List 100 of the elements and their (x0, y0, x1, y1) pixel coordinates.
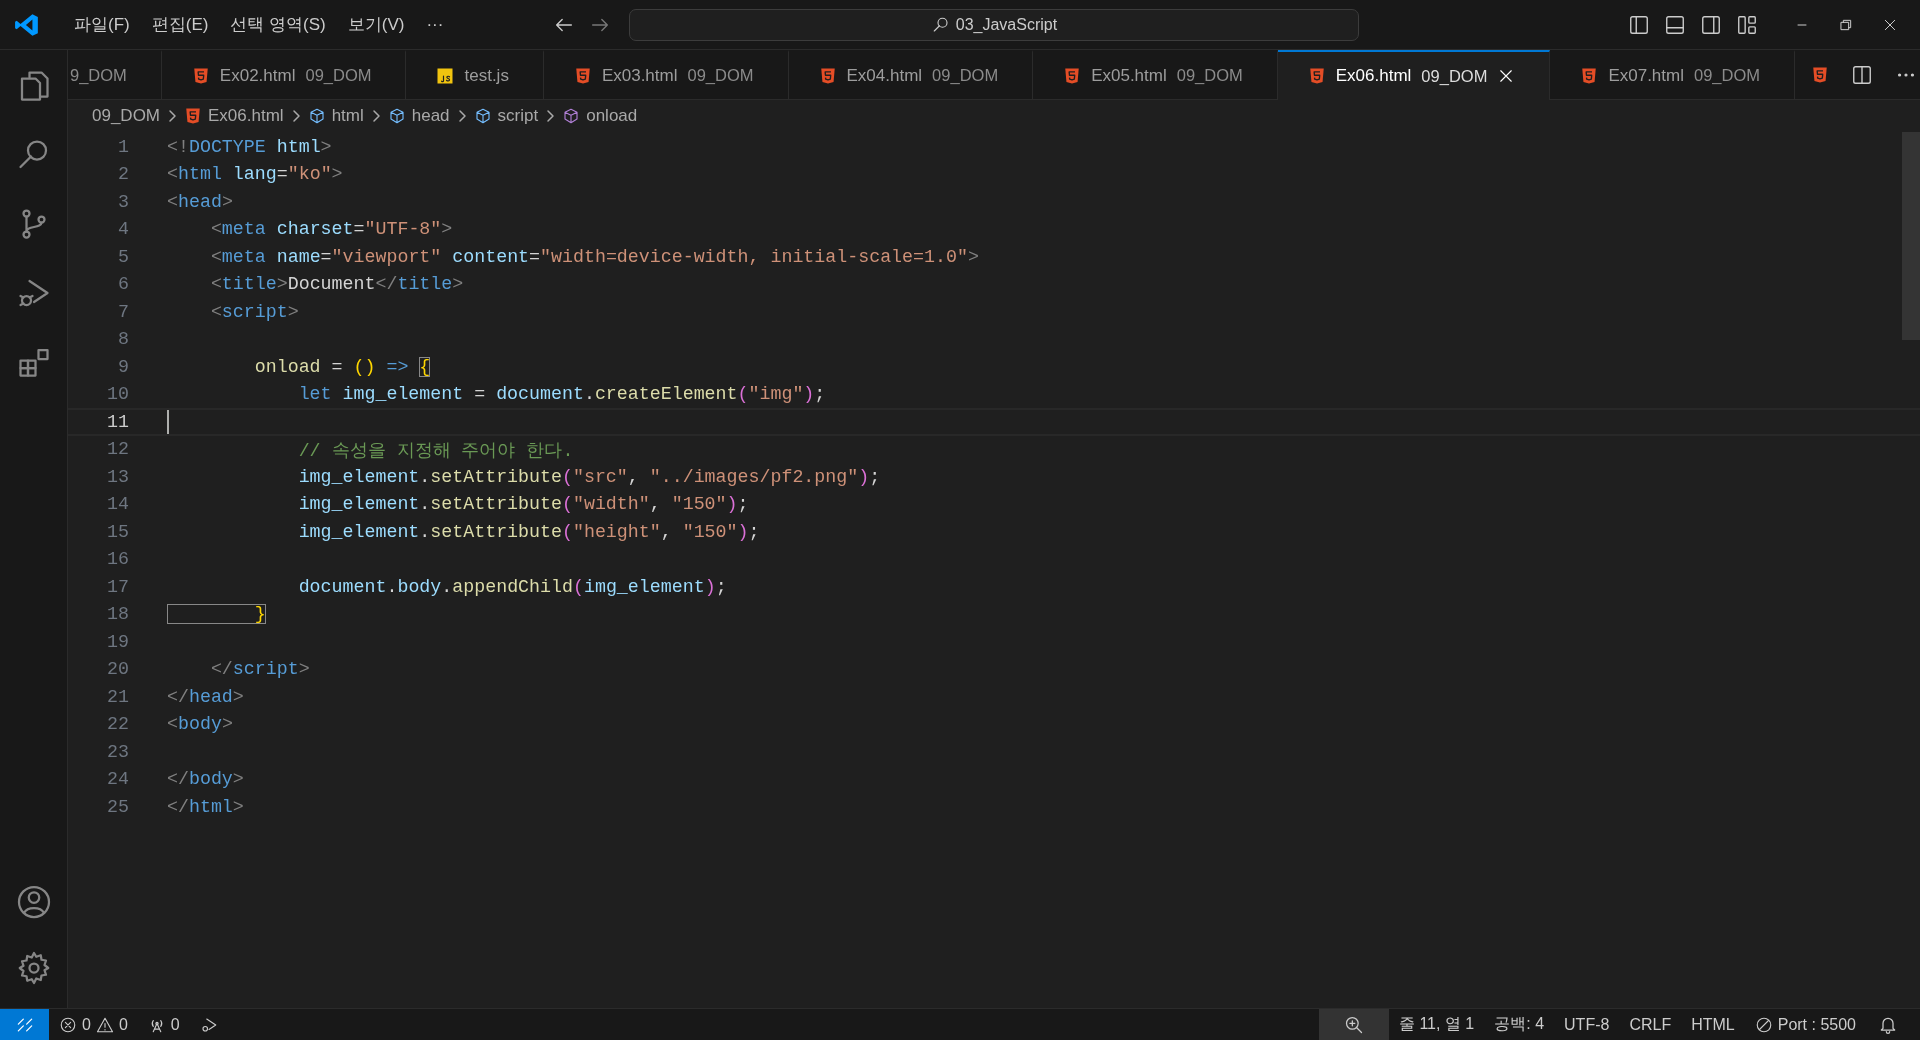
code-line: img_element.setAttribute("src", "../images/pf2.png"); (297, 466, 881, 487)
port-label: Port : 5500 (1777, 1015, 1856, 1034)
search-icon (931, 15, 950, 34)
tab-folder: 09_DOM (1694, 66, 1760, 85)
html-file-icon (1811, 65, 1829, 84)
account-icon[interactable] (15, 884, 52, 920)
line-number: 22 (106, 714, 129, 735)
tab-filename: Ex05.html (1091, 65, 1167, 86)
line-number: 16 (106, 549, 129, 570)
tab-filename: Ex06.html (1335, 66, 1412, 86)
menu-item[interactable]: 편집(E) (141, 7, 219, 42)
tab-folder: 09_DOM (687, 66, 754, 85)
html-file-icon (1580, 66, 1599, 85)
html-file-icon (818, 66, 837, 85)
code-editor-logo (14, 11, 40, 38)
code-line: // 속성을 지정해 주어야 한다. (297, 439, 574, 462)
sidebar-toggle-icon[interactable] (1628, 13, 1650, 36)
breadcrumb-item[interactable]: head (411, 106, 450, 126)
tab-folder: 09_DOM (932, 66, 999, 85)
chevron-right-icon (544, 108, 557, 124)
menu-item[interactable]: 선택 영역(S) (220, 7, 336, 42)
code-line: </head> (167, 686, 244, 707)
tab-folder: 09_DOM (305, 66, 372, 85)
code-line: img_element.setAttribute("height", "150"); (297, 521, 760, 542)
html-file-icon (184, 107, 203, 125)
problems-button[interactable]: 0 0 (49, 1009, 138, 1040)
tab-folder: 09_DOM (1176, 66, 1243, 85)
breadcrumb-item[interactable]: 09_DOM (92, 106, 161, 126)
menu-item[interactable]: 보기(V) (337, 7, 415, 42)
menu-item[interactable]: ··· (416, 8, 454, 41)
code-line: </script> (209, 659, 310, 680)
status-item[interactable]: 줄 11, 열 1 (1388, 1009, 1485, 1040)
circle-slash-icon (1754, 1015, 1773, 1034)
line-number: 19 (106, 631, 129, 652)
tab-filename: Ex04.html (846, 65, 923, 86)
zoom-in-icon (1343, 1014, 1364, 1035)
layout-icon[interactable] (1736, 13, 1758, 36)
split-editor-icon[interactable] (1851, 63, 1873, 86)
tab-filename: Ex03.html (601, 65, 678, 86)
code-line: <!DOCTYPE html> (167, 136, 332, 157)
secondary-sidebar-icon[interactable] (1700, 13, 1722, 36)
code-line: <meta charset="UTF-8"> (209, 219, 453, 240)
cube-icon (562, 107, 581, 125)
breadcrumb-item[interactable]: onload (586, 106, 638, 126)
js-file-icon (436, 66, 455, 85)
code-line: <body> (167, 714, 233, 735)
editor-tab[interactable]: Ex06.html 09_DOM (1277, 50, 1551, 100)
line-number: 1 (117, 136, 129, 157)
run-debug-icon[interactable] (199, 1015, 218, 1034)
warning-icon (95, 1015, 114, 1034)
code-line: onload = () => { (253, 356, 431, 377)
status-item[interactable]: HTML (1681, 1009, 1745, 1040)
code-line: img_element.setAttribute("width", "150"); (297, 494, 749, 515)
line-number: 4 (117, 219, 129, 240)
line-number: 5 (117, 246, 129, 267)
live-server-button[interactable]: Port : 5500 (1744, 1009, 1866, 1040)
code-line: <script> (209, 301, 299, 322)
panel-toggle-icon[interactable] (1664, 13, 1686, 36)
cube-icon (473, 107, 492, 125)
editor-tab[interactable]: Ex04.html 09_DOM (788, 50, 1034, 99)
code-line: <meta name="viewport" content="width=device-width, initial-scale=1.0"> (209, 246, 979, 267)
editor-tab[interactable]: Ex03.html 09_DOM (543, 50, 789, 99)
line-number: 6 (117, 274, 129, 295)
ports-button[interactable]: 0 (137, 1009, 190, 1040)
editor-tab[interactable]: test.js (406, 50, 544, 99)
html-file-icon (573, 66, 592, 85)
tab-filename: Ex07.html (1608, 65, 1684, 86)
code-line: <html lang="ko"> (167, 164, 343, 185)
line-number: 24 (106, 769, 129, 790)
breadcrumb-item[interactable]: Ex06.html (208, 106, 284, 126)
editor-tab[interactable]: Ex07.html 09_DOM (1550, 50, 1795, 99)
html-file-icon (1307, 67, 1326, 85)
line-number: 2 (117, 164, 129, 185)
code-line: <head> (167, 191, 233, 212)
editor-tab[interactable]: 9_DOM (68, 50, 162, 99)
status-item[interactable]: UTF-8 (1554, 1009, 1620, 1040)
text-cursor (167, 409, 169, 434)
command-center-field[interactable]: 03_JavaScript (629, 8, 1360, 41)
line-number: 9 (117, 356, 129, 377)
menu-item[interactable]: 파일(F) (64, 7, 140, 42)
line-number: 3 (117, 191, 129, 212)
code-line: <title>Document</title> (209, 274, 464, 295)
line-number: 14 (106, 494, 129, 515)
zoom-button[interactable] (1318, 1009, 1389, 1040)
breadcrumb-item[interactable]: script (497, 106, 539, 126)
breadcrumb-item[interactable]: html (331, 106, 364, 126)
code-line: document.body.appendChild(img_element); (297, 576, 727, 597)
ports-count: 0 (170, 1015, 180, 1034)
line-number: 21 (106, 686, 129, 707)
line-number: 10 (106, 384, 129, 405)
line-number: 17 (106, 576, 129, 597)
status-item[interactable]: 공백: 4 (1484, 1009, 1555, 1040)
editor-tab[interactable]: Ex02.html 09_DOM (161, 50, 407, 99)
editor-tab[interactable]: Ex05.html 09_DOM (1033, 50, 1278, 99)
status-item[interactable]: CRLF (1619, 1009, 1682, 1040)
code-line: } (167, 604, 266, 625)
remote-button[interactable] (0, 1009, 49, 1040)
line-number: 23 (106, 741, 129, 762)
cube-icon (307, 107, 326, 125)
line-number: 13 (106, 466, 129, 487)
